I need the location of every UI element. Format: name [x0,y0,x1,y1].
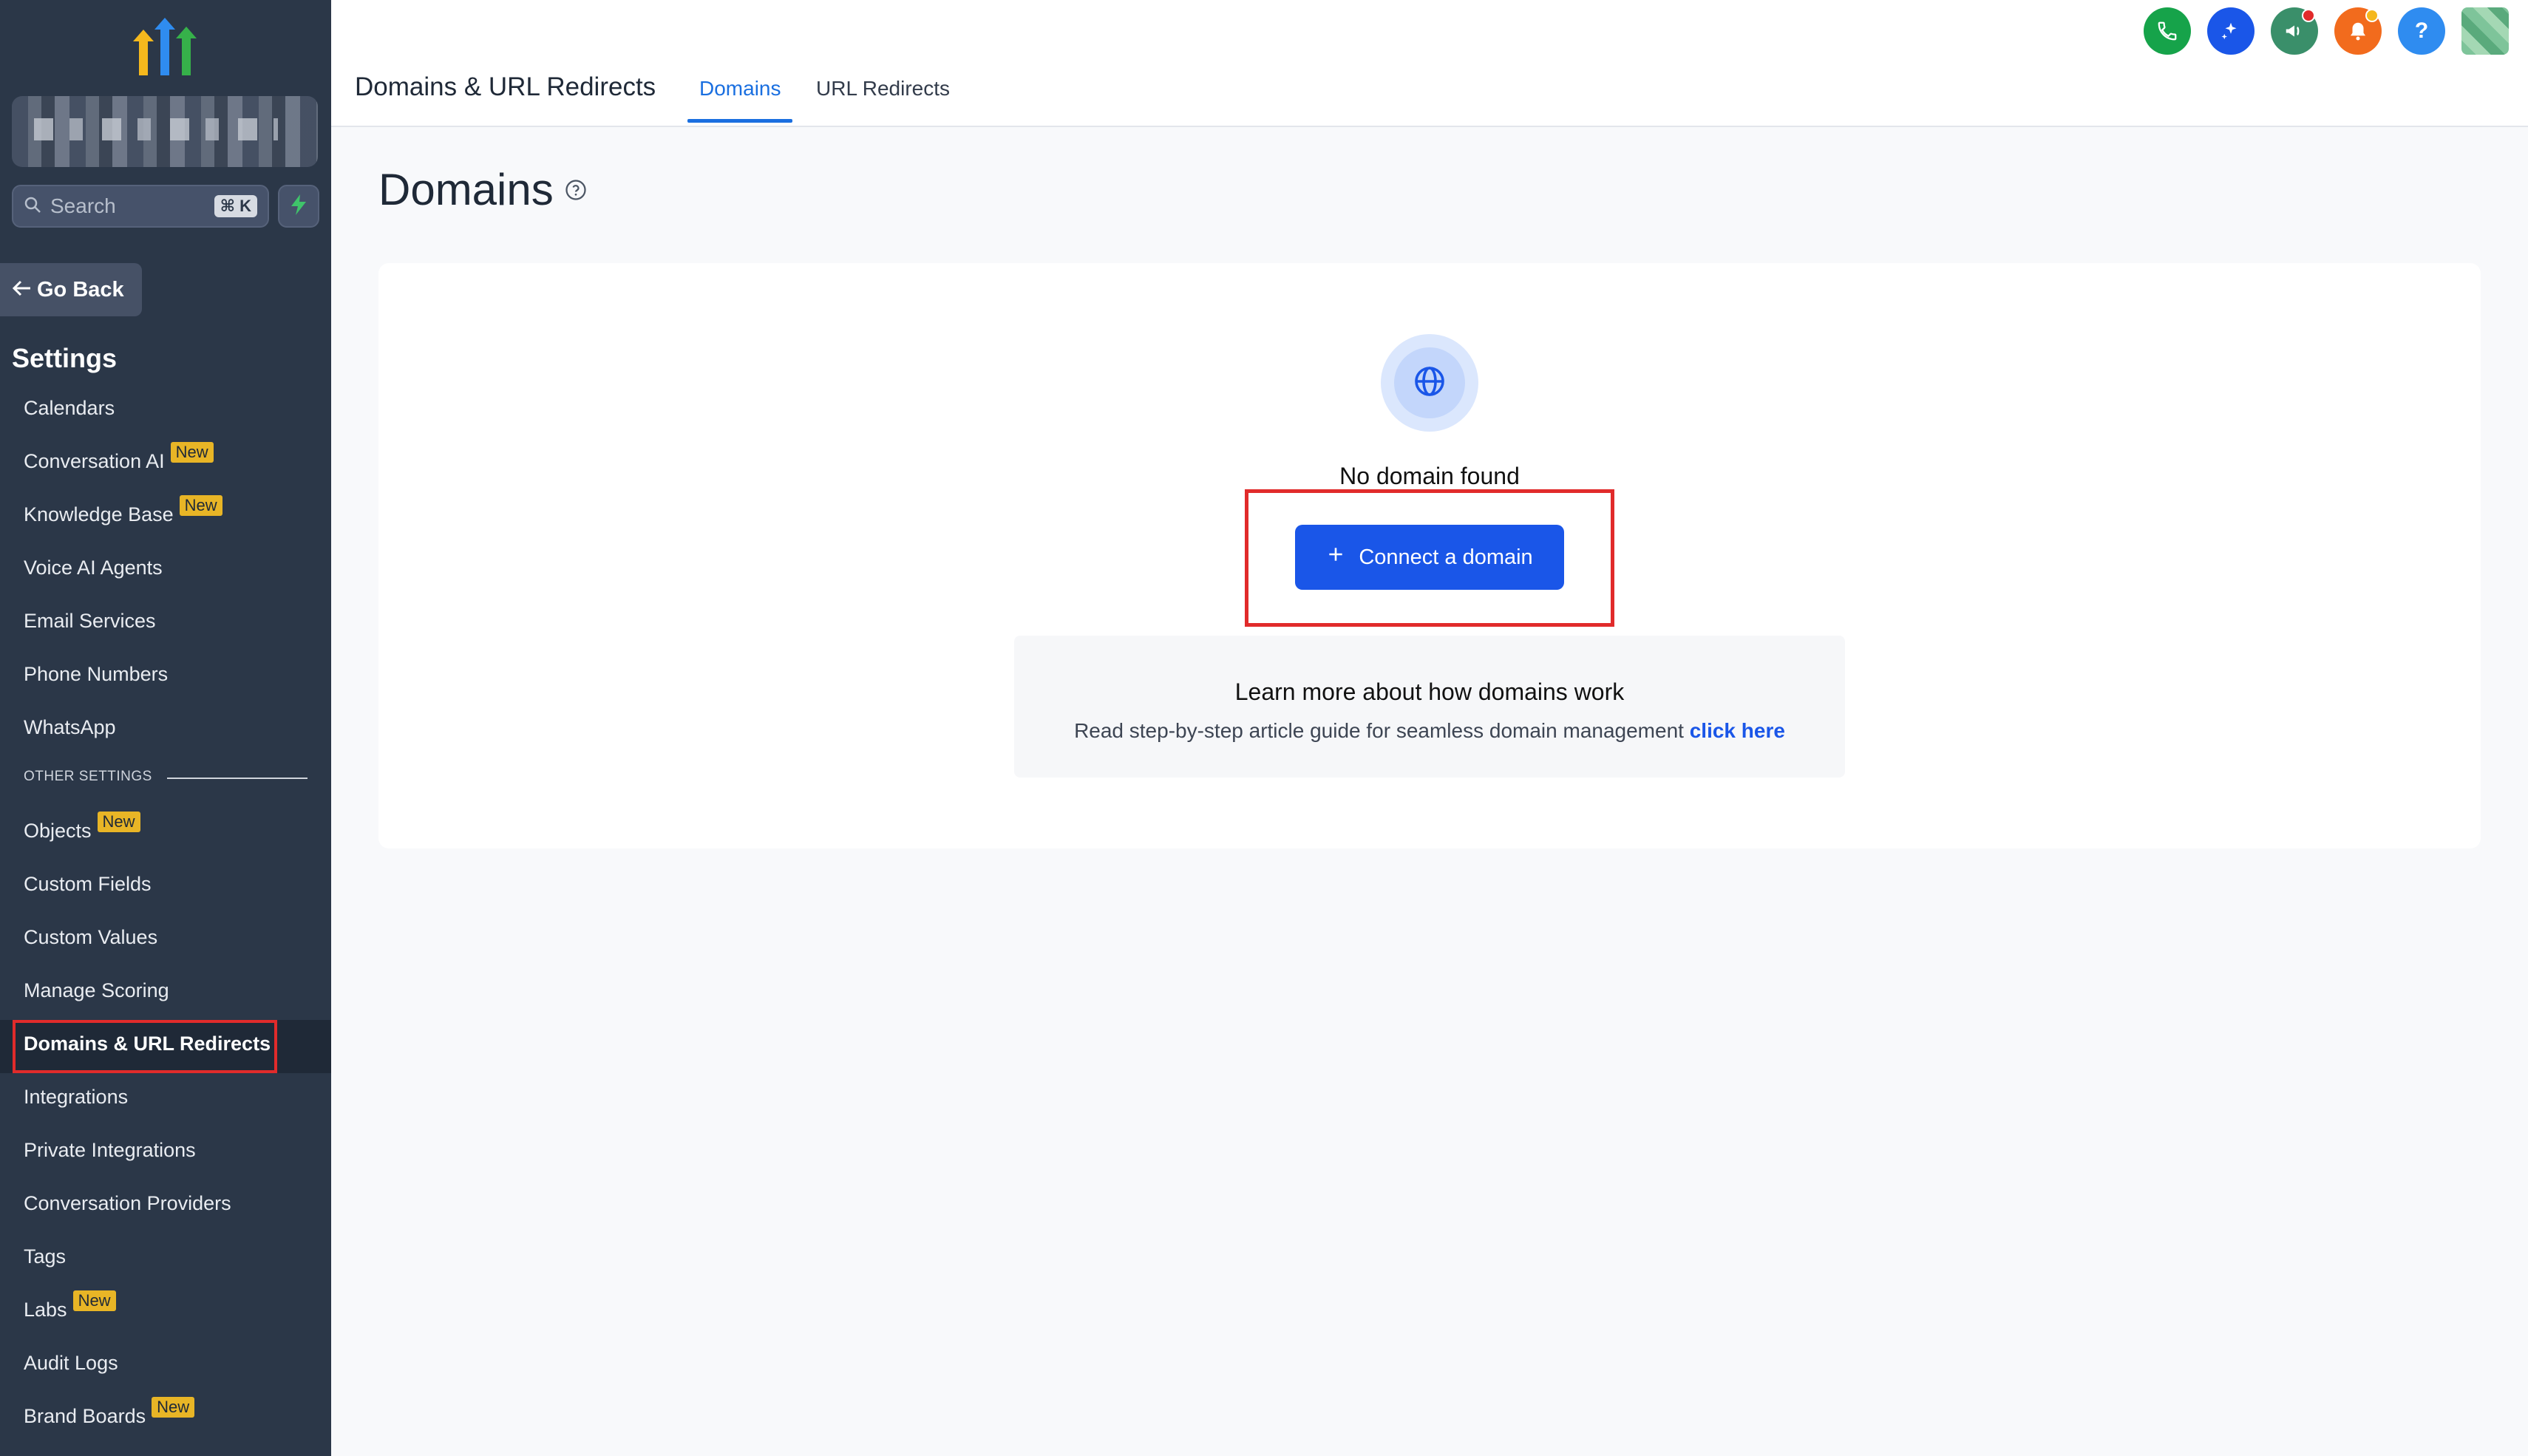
sidebar-item-label: Objects [24,820,92,842]
new-badge: New [179,495,222,516]
sidebar-item-label: Conversation AI [24,450,165,472]
app-logo[interactable] [133,18,197,75]
help-icon[interactable]: ? [2398,7,2445,55]
sidebar-item-integrations[interactable]: Integrations [24,1082,128,1112]
learn-subtitle: Read step-by-step article guide for seam… [1014,719,1845,743]
sidebar-item-label: Custom Fields [24,873,152,895]
sidebar-item-label: Calendars [24,397,115,419]
tab-url-redirects[interactable]: URL Redirects [816,77,950,123]
top-icon-bar: ? [2144,7,2509,55]
sidebar-item-conversation-providers[interactable]: Conversation Providers [24,1188,231,1218]
sidebar-item-label: Knowledge Base [24,503,174,525]
sidebar-item-phone-numbers[interactable]: Phone Numbers [24,659,168,689]
click-here-link[interactable]: click here [1690,719,1785,742]
sidebar-item-label: Integrations [24,1086,129,1108]
sidebar-item-label: Phone Numbers [24,663,169,685]
notification-dot [2365,9,2379,22]
tab-domains[interactable]: Domains [687,77,794,123]
settings-heading: Settings [12,343,118,373]
highlight-box [1245,489,1614,627]
arrow-left-icon [12,278,37,302]
new-badge: New [170,442,214,463]
sidebar-item-calendars[interactable]: Calendars [24,393,115,423]
avatar[interactable] [2461,7,2509,55]
learn-description: Read step-by-step article guide for seam… [1074,719,1684,742]
shortcut-hint: ⌘ K [214,195,257,217]
empty-state-text: No domain found [1339,463,1520,489]
search-input[interactable]: Search ⌘ K [12,185,269,228]
sidebar: Search ⌘ K Go Back Settings Calendars Co… [0,0,331,1456]
new-badge: New [97,812,140,832]
sidebar-item-brand-boards[interactable]: Brand Boards New [24,1397,195,1431]
new-badge: New [152,1397,195,1418]
account-switcher[interactable] [12,96,318,167]
notification-dot [2302,9,2315,22]
search-icon [24,196,41,217]
new-badge: New [72,1290,116,1311]
learn-more-panel: Learn more about how domains work Read s… [1014,636,1845,778]
sidebar-item-label: Manage Scoring [24,979,169,1001]
sparkle-icon[interactable] [2207,7,2255,55]
sidebar-item-custom-fields[interactable]: Custom Fields [24,869,152,899]
domains-card: No domain found Connect a domain Learn m… [378,263,2481,848]
sidebar-item-conversation-ai[interactable]: Conversation AI New [24,442,214,476]
top-header: Domains & URL Redirects Domains URL Redi… [331,0,2528,127]
sidebar-item-label: Email Services [24,610,156,632]
learn-title: Learn more about how domains work [1234,678,1625,705]
go-back-label: Go Back [37,277,124,302]
other-settings-label: OTHER SETTINGS [24,769,152,784]
sidebar-item-label: Voice AI Agents [24,557,163,579]
page-title: Domains [378,165,554,214]
sidebar-item-objects[interactable]: Objects New [24,812,140,846]
sidebar-item-label: Custom Values [24,926,158,948]
sidebar-item-label: Private Integrations [24,1139,196,1161]
divider [167,778,307,779]
question-circle-icon[interactable] [565,179,587,205]
sidebar-item-manage-scoring[interactable]: Manage Scoring [24,976,169,1005]
sidebar-item-label: Tags [24,1245,67,1268]
sidebar-item-knowledge-base[interactable]: Knowledge Base New [24,495,222,529]
sidebar-item-tags[interactable]: Tags [24,1242,66,1271]
lightning-icon [290,194,307,219]
bell-icon[interactable] [2334,7,2382,55]
go-back-button[interactable]: Go Back [0,263,142,316]
sidebar-item-label: Brand Boards [24,1405,146,1427]
sidebar-item-label: Labs [24,1299,67,1321]
sidebar-item-label: WhatsApp [24,716,116,738]
sidebar-item-whatsapp[interactable]: WhatsApp [24,712,116,742]
header-title: Domains & URL Redirects [355,72,656,101]
search-label: Search [50,194,116,217]
megaphone-icon[interactable] [2271,7,2318,55]
sidebar-item-label: Conversation Providers [24,1192,231,1214]
phone-icon[interactable] [2144,7,2191,55]
sidebar-item-custom-values[interactable]: Custom Values [24,922,157,952]
sidebar-item-email-services[interactable]: Email Services [24,606,156,636]
globe-illustration [1381,334,1478,432]
sidebar-item-audit-logs[interactable]: Audit Logs [24,1348,118,1378]
sidebar-item-labs[interactable]: Labs New [24,1290,116,1324]
sidebar-item-label: Audit Logs [24,1352,118,1374]
quick-action-button[interactable] [278,185,319,228]
sidebar-item-voice-ai-agents[interactable]: Voice AI Agents [24,553,163,582]
globe-icon [1412,364,1447,403]
sidebar-item-private-integrations[interactable]: Private Integrations [24,1135,196,1165]
highlight-box [13,1020,277,1073]
